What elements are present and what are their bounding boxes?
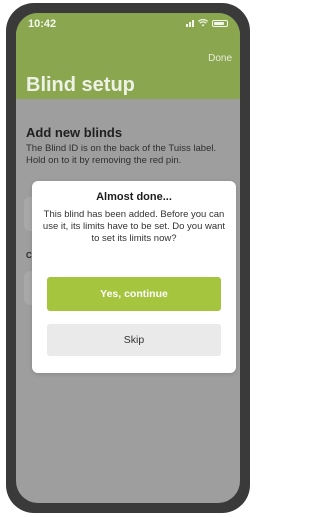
skip-button[interactable]: Skip [47, 324, 221, 356]
status-bar: 10:42 [16, 13, 240, 35]
status-time: 10:42 [28, 18, 57, 30]
section-description: The Blind ID is on the back of the Tuiss… [26, 143, 217, 166]
battery-icon [212, 19, 228, 27]
almost-done-dialog: Almost done... This blind has been added… [32, 181, 236, 373]
app-screen: 10:42 Done Blind setup Add new blinds Th… [16, 13, 240, 503]
app-header: 10:42 Done Blind setup [16, 13, 240, 99]
signal-icon [186, 19, 194, 27]
continue-button[interactable]: Yes, continue [47, 277, 221, 311]
dialog-title: Almost done... [96, 191, 172, 203]
page-title: Blind setup [26, 74, 135, 96]
phone-frame: 10:42 Done Blind setup Add new blinds Th… [6, 3, 250, 513]
done-button[interactable]: Done [208, 53, 232, 64]
dialog-message: This blind has been added. Before you ca… [42, 209, 226, 244]
field-label: C [26, 251, 32, 260]
wifi-icon [198, 19, 208, 27]
section-title: Add new blinds [26, 125, 123, 140]
status-icons [186, 19, 228, 27]
